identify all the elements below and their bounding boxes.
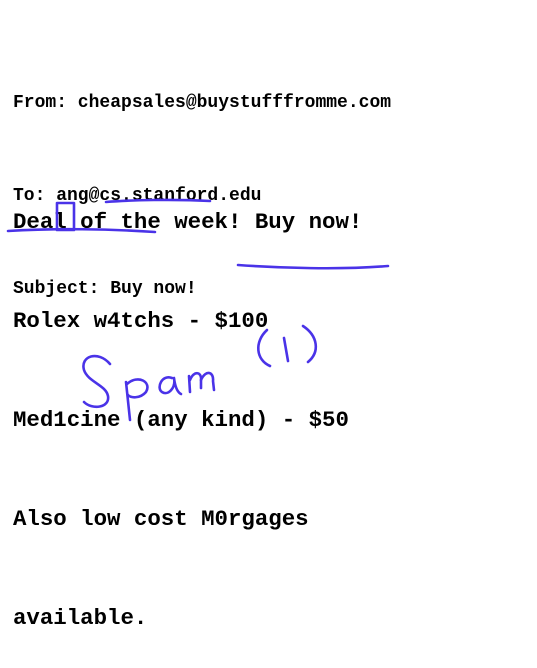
- email-body-line-4: Also low cost M0rgages: [13, 506, 309, 532]
- email-body-line-1: Deal of the week! Buy now!: [13, 209, 363, 235]
- email-body-line-2: Rolex w4tchs - $100: [13, 308, 269, 334]
- email-body: Deal of the week! Buy now! Rolex w4tchs …: [13, 140, 362, 668]
- email-body-line-5: available.: [13, 605, 148, 631]
- email-body-line-3: Med1cine (any kind) - $50: [13, 407, 349, 433]
- email-from-line: From: cheapsales@buystufffromme.com: [13, 93, 392, 113]
